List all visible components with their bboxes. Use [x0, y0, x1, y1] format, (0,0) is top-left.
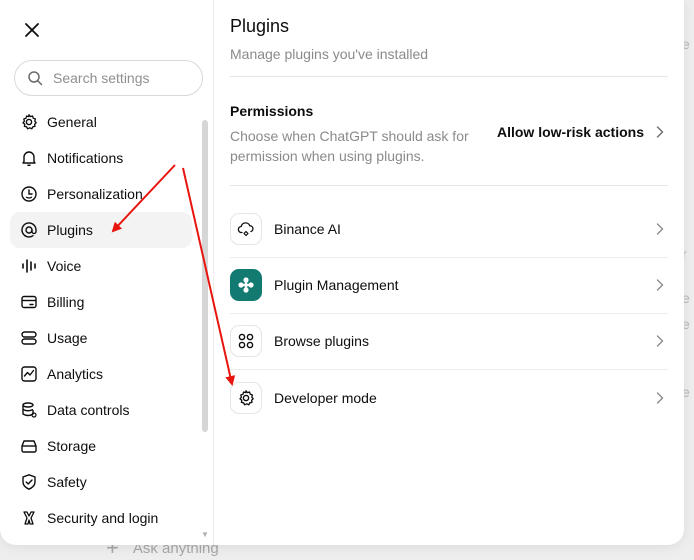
- settings-modal: General Notifications Personalization Pl…: [0, 0, 684, 545]
- sidebar-item-label: Billing: [47, 294, 84, 310]
- waveform-icon: [20, 257, 38, 275]
- sidebar-item-security[interactable]: Security and login: [10, 500, 192, 536]
- settings-nav: General Notifications Personalization Pl…: [10, 104, 192, 536]
- plugin-row-plugin-management[interactable]: Plugin Management: [230, 257, 668, 313]
- sidebar-scrollbar[interactable]: [202, 120, 208, 432]
- permissions-description: Choose when ChatGPT should ask for permi…: [230, 126, 480, 166]
- sidebar-item-plugins[interactable]: Plugins: [10, 212, 192, 248]
- search-icon: [27, 70, 43, 86]
- sidebar-item-notifications[interactable]: Notifications: [10, 140, 192, 176]
- permissions-value: Allow low-risk actions: [497, 124, 644, 140]
- sidebar-item-analytics[interactable]: Analytics: [10, 356, 192, 392]
- search-input[interactable]: [51, 69, 191, 87]
- header-divider: [230, 76, 668, 77]
- plugin-row-browse-plugins[interactable]: Browse plugins: [230, 313, 668, 369]
- sidebar-item-label: Usage: [47, 330, 87, 346]
- permissions-title: Permissions: [230, 103, 313, 119]
- sidebar-item-label: Storage: [47, 438, 96, 454]
- chart-icon: [20, 365, 38, 383]
- sidebar-item-storage[interactable]: Storage: [10, 428, 192, 464]
- plugin-row-label: Binance AI: [274, 221, 656, 237]
- plugin-row-label: Plugin Management: [274, 277, 656, 293]
- sidebar-item-label: Analytics: [47, 366, 103, 382]
- storage-icon: [20, 437, 38, 455]
- page-subtitle: Manage plugins you've installed: [230, 46, 428, 62]
- sidebar-item-data-controls[interactable]: Data controls: [10, 392, 192, 428]
- settings-sidebar: General Notifications Personalization Pl…: [0, 0, 214, 545]
- plugin-row-label: Developer mode: [274, 390, 656, 406]
- sidebar-item-voice[interactable]: Voice: [10, 248, 192, 284]
- chevron-right-icon: [656, 126, 664, 138]
- sidebar-item-label: Notifications: [47, 150, 123, 166]
- chevron-right-icon: [656, 223, 664, 235]
- plugin-row-label: Browse plugins: [274, 333, 656, 349]
- at-icon: [20, 221, 38, 239]
- database-icon: [20, 401, 38, 419]
- chevron-right-icon: [656, 392, 664, 404]
- sidebar-item-label: Voice: [47, 258, 81, 274]
- permissions-divider: [230, 185, 668, 186]
- grid-icon: [230, 325, 262, 357]
- close-icon: [24, 22, 40, 38]
- cloud-icon: [230, 213, 262, 245]
- bell-icon: [20, 149, 38, 167]
- gear-icon: [230, 382, 262, 414]
- sidebar-item-safety[interactable]: Safety: [10, 464, 192, 500]
- close-button[interactable]: [18, 16, 46, 44]
- sidebar-item-label: Personalization: [47, 186, 143, 202]
- shield-icon: [20, 473, 38, 491]
- card-icon: [20, 293, 38, 311]
- search-box[interactable]: [14, 60, 203, 96]
- security-icon: [20, 509, 38, 527]
- sidebar-item-label: Security and login: [47, 510, 158, 526]
- plugin-row-binance-ai[interactable]: Binance AI: [230, 201, 668, 257]
- sidebar-item-label: General: [47, 114, 97, 130]
- gear-icon: [20, 113, 38, 131]
- sidebar-item-general[interactable]: General: [10, 104, 192, 140]
- personalization-icon: [20, 185, 38, 203]
- chevron-right-icon: [656, 335, 664, 347]
- sidebar-item-label: Data controls: [47, 402, 129, 418]
- sidebar-item-usage[interactable]: Usage: [10, 320, 192, 356]
- page-title: Plugins: [230, 16, 289, 37]
- sidebar-item-label: Safety: [47, 474, 87, 490]
- sidebar-item-label: Plugins: [47, 222, 93, 238]
- plugin-row-developer-mode[interactable]: Developer mode: [230, 370, 668, 426]
- permissions-select[interactable]: Allow low-risk actions: [497, 124, 664, 140]
- sidebar-item-personalization[interactable]: Personalization: [10, 176, 192, 212]
- usage-icon: [20, 329, 38, 347]
- sidebar-item-billing[interactable]: Billing: [10, 284, 192, 320]
- chevron-right-icon: [656, 279, 664, 291]
- plugin-icon: [230, 269, 262, 301]
- scroll-down-arrow-icon[interactable]: ▼: [201, 530, 209, 539]
